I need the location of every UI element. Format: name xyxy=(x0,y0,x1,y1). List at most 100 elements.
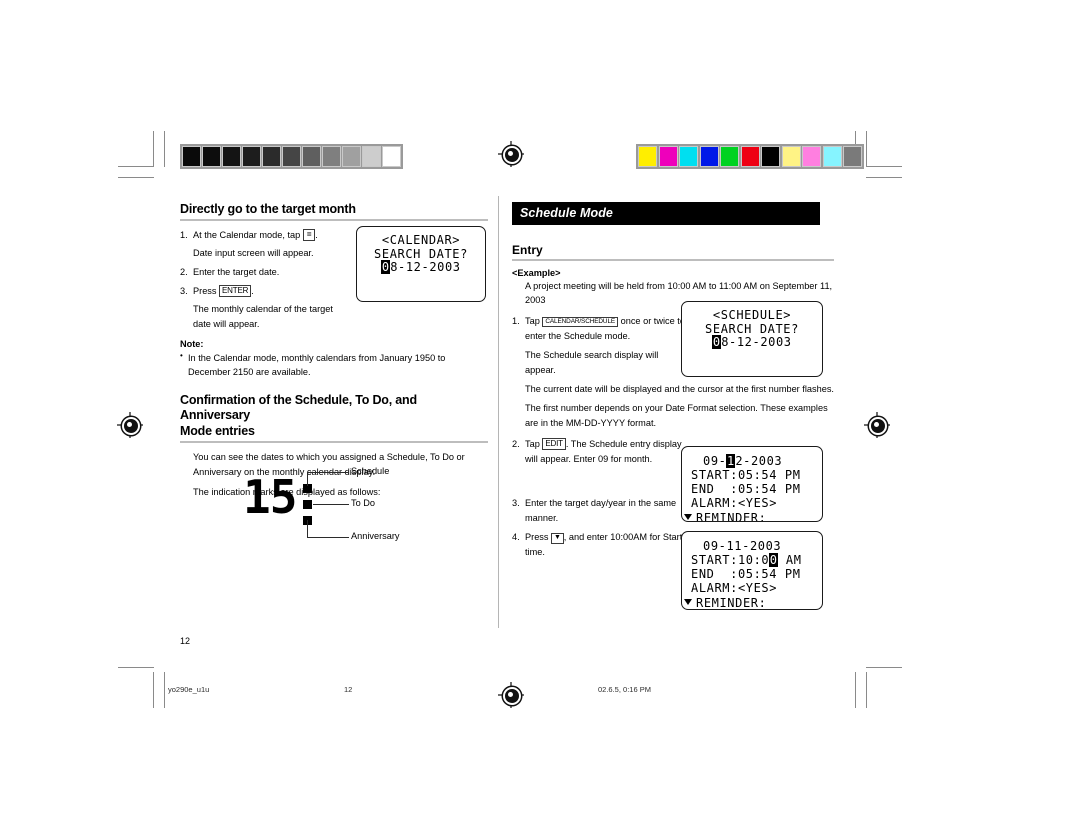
lcd-end-label: END : xyxy=(691,567,738,582)
lcd-line-reminder: REMINDER: xyxy=(684,595,813,610)
footer-filename: yo290e_u1u xyxy=(168,685,210,694)
lcd-line-title: <CALENDAR> xyxy=(381,233,461,247)
step-text: Tap xyxy=(525,438,543,449)
lcd-cursor: 0 xyxy=(381,260,391,275)
lcd-line-end: END :05:54 PM xyxy=(691,567,813,581)
leader-line-schedule-h xyxy=(307,472,349,473)
step-substep: The current date will be displayed and t… xyxy=(525,383,834,394)
title-rule xyxy=(180,219,488,222)
section-title-confirmation: Confirmation of the Schedule, To Do, and… xyxy=(180,393,488,439)
label-anniversary: Anniversary xyxy=(351,531,400,541)
step-number: 4. xyxy=(512,532,520,543)
lcd-calendar-search: <CALENDAR> SEARCH DATE? 08-12-2003 xyxy=(356,226,486,302)
lcd-line-date: 08-12-2003 xyxy=(691,335,813,350)
lcd-cursor: 1 xyxy=(726,454,736,468)
leader-line-anniversary-h xyxy=(307,537,349,538)
example-line1: A project meeting will be held from 10:0… xyxy=(525,280,770,291)
section-title-line1: Confirmation of the Schedule, To Do, and… xyxy=(180,393,417,423)
lcd-date-rest: 8-12-2003 xyxy=(390,260,461,275)
lcd-line-date: 08-12-2003 xyxy=(366,260,476,275)
lcd-schedule-search: <SCHEDULE> SEARCH DATE? 08-12-2003 xyxy=(681,301,823,377)
footer-page-number: 12 xyxy=(344,685,353,694)
note-list: In the Calendar mode, monthly calendars … xyxy=(180,350,488,380)
step-text: Press xyxy=(525,532,552,543)
equals-key-icon[interactable]: = xyxy=(302,229,316,242)
lcd-line-start: START:10:00 AM xyxy=(691,553,813,568)
step-text: At the Calendar mode, tap xyxy=(193,230,303,241)
entry-rule xyxy=(512,259,834,261)
step-substep: The first number depends on your Date Fo… xyxy=(525,402,828,428)
page-number: 12 xyxy=(180,636,191,646)
section-title-entry: Entry xyxy=(512,243,543,257)
down-arrow-icon xyxy=(684,513,692,520)
label-schedule: Schedule xyxy=(351,466,390,476)
list-item: In the Calendar mode, monthly calendars … xyxy=(180,350,488,380)
lcd-cursor: 0 xyxy=(769,553,779,568)
lcd-start-ampm: PM xyxy=(784,468,801,483)
lcd-line-start: START:05:54 PM xyxy=(691,468,813,482)
lcd-alarm-label: ALARM: xyxy=(691,581,738,596)
lcd-reminder-label: REMINDER: xyxy=(696,595,767,610)
lcd-line-alarm: ALARM:<YES> xyxy=(691,581,813,595)
step-text: Enter the target date. xyxy=(193,267,280,278)
lcd-line-title: <SCHEDULE> xyxy=(712,308,792,322)
edit-key-icon[interactable]: EDIT xyxy=(542,437,566,450)
step-number: 1. xyxy=(180,230,188,241)
step-text: Press xyxy=(193,285,220,296)
step-number: 3. xyxy=(180,285,188,296)
lcd-reminder-label: REMINDER: xyxy=(696,510,767,522)
step-number: 1. xyxy=(512,316,520,327)
lcd-alarm-label: ALARM: xyxy=(691,496,738,511)
lcd-line-prompt: SEARCH DATE? xyxy=(374,246,468,261)
leader-line-anniversary-v xyxy=(307,520,308,538)
lcd-schedule-entry-month: 09-12-2003 START:05:54 PM END :05:54 PM … xyxy=(681,446,823,522)
step-text-after: . xyxy=(251,285,254,296)
lcd-end-value: 05:54 xyxy=(737,482,778,497)
lcd-end-label: END : xyxy=(691,482,738,497)
example-heading: <Example> xyxy=(512,267,561,278)
lcd-line-reminder: REMINDER: xyxy=(684,510,813,522)
footer-timestamp: 02.6.5, 0:16 PM xyxy=(598,685,651,694)
calendar-day-digits: 15 xyxy=(243,470,297,524)
lcd-date-pre: 09- xyxy=(703,454,727,468)
lcd-date-rest: 8-12-2003 xyxy=(721,335,792,350)
leader-line-schedule-v xyxy=(307,472,308,486)
step-number: 2. xyxy=(180,267,188,278)
lcd-date-post: 2-2003 xyxy=(735,454,783,468)
step-text: Tap xyxy=(525,316,543,327)
note-heading: Note: xyxy=(180,338,204,349)
lcd-start-value: 05:54 xyxy=(737,468,778,483)
lcd-line-date: 09-11-2003 xyxy=(703,539,782,553)
enter-key-icon[interactable]: ENTER xyxy=(219,284,252,297)
down-arrow-icon xyxy=(684,598,692,605)
lcd-schedule-entry-time: 09-11-2003 START:10:00 AM END :05:54 PM … xyxy=(681,531,823,610)
lcd-start-pre: 10:0 xyxy=(737,553,770,568)
down-arrow-key-icon[interactable]: ▼ xyxy=(551,533,564,545)
step-substep: The Schedule search display will appear. xyxy=(525,350,659,376)
todo-mark-icon xyxy=(303,500,312,509)
lcd-line-prompt: SEARCH DATE? xyxy=(705,321,799,336)
leader-line-todo-h xyxy=(313,504,349,505)
step-text: Enter the target day/year in the same ma… xyxy=(525,498,677,524)
page-title: Directly go to the target month xyxy=(180,202,356,216)
lcd-line-alarm: ALARM:<YES> xyxy=(691,496,813,510)
step-substep: The monthly calendar of the target date … xyxy=(193,303,333,329)
lcd-line-end: END :05:54 PM xyxy=(691,482,813,496)
lcd-alarm-value: <YES> xyxy=(737,581,778,596)
step-number: 3. xyxy=(512,498,520,509)
lcd-start-label: START: xyxy=(691,553,738,568)
lcd-end-ampm: PM xyxy=(784,567,801,582)
step-text-after: . xyxy=(315,230,318,241)
section-rule xyxy=(180,440,488,443)
calendar-schedule-key-icon[interactable]: CALENDAR/SCHEDULE xyxy=(542,317,619,328)
lcd-alarm-value: <YES> xyxy=(737,496,778,511)
indication-mark-diagram: 15 Schedule To Do Anniversary xyxy=(243,466,443,548)
step-number: 2. xyxy=(512,438,520,449)
manual-page: Directly go to the target month 1. At th… xyxy=(0,0,1080,834)
label-todo: To Do xyxy=(351,498,375,508)
lcd-start-label: START: xyxy=(691,468,738,483)
column-divider xyxy=(498,196,499,628)
lcd-cursor: 0 xyxy=(712,335,722,350)
lcd-start-ampm: AM xyxy=(785,553,802,568)
lcd-end-ampm: PM xyxy=(784,482,801,497)
